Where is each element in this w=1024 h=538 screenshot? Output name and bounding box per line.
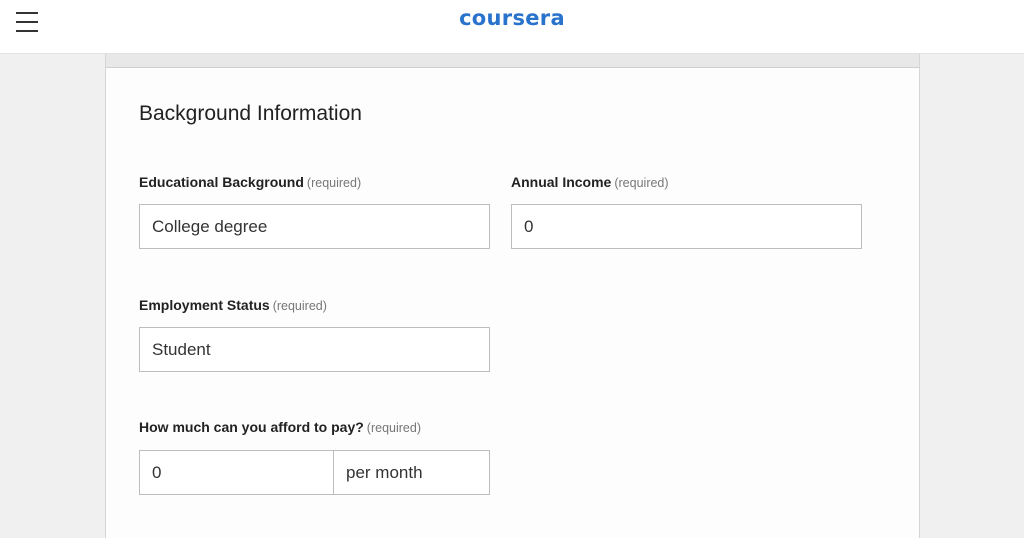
required-hint: (required)	[272, 299, 327, 313]
required-hint: (required)	[306, 176, 362, 190]
section-title: Background Information	[139, 102, 362, 125]
annual-income-label: Annual Income (required)	[511, 174, 669, 190]
coursera-logo[interactable]: coursera	[0, 6, 1024, 30]
employment-status-field[interactable]	[139, 327, 490, 372]
afford-to-pay-label-text: How much can you afford to pay?	[139, 419, 364, 435]
afford-to-pay-label: How much can you afford to pay? (required…	[139, 419, 421, 435]
educational-background-field[interactable]	[139, 204, 490, 249]
annual-income-field[interactable]	[511, 204, 862, 249]
educational-background-label-text: Educational Background	[139, 174, 304, 190]
required-hint: (required)	[614, 176, 669, 190]
required-hint: (required)	[366, 421, 421, 435]
employment-status-label: Employment Status (required)	[139, 297, 327, 313]
educational-background-label: Educational Background (required)	[139, 174, 361, 190]
card-top-edge	[105, 54, 920, 68]
employment-status-label-text: Employment Status	[139, 297, 270, 313]
afford-amount-field[interactable]	[139, 450, 335, 495]
payment-period-select[interactable]	[333, 450, 490, 495]
top-navigation-bar: coursera	[0, 0, 1024, 54]
annual-income-label-text: Annual Income	[511, 174, 612, 190]
